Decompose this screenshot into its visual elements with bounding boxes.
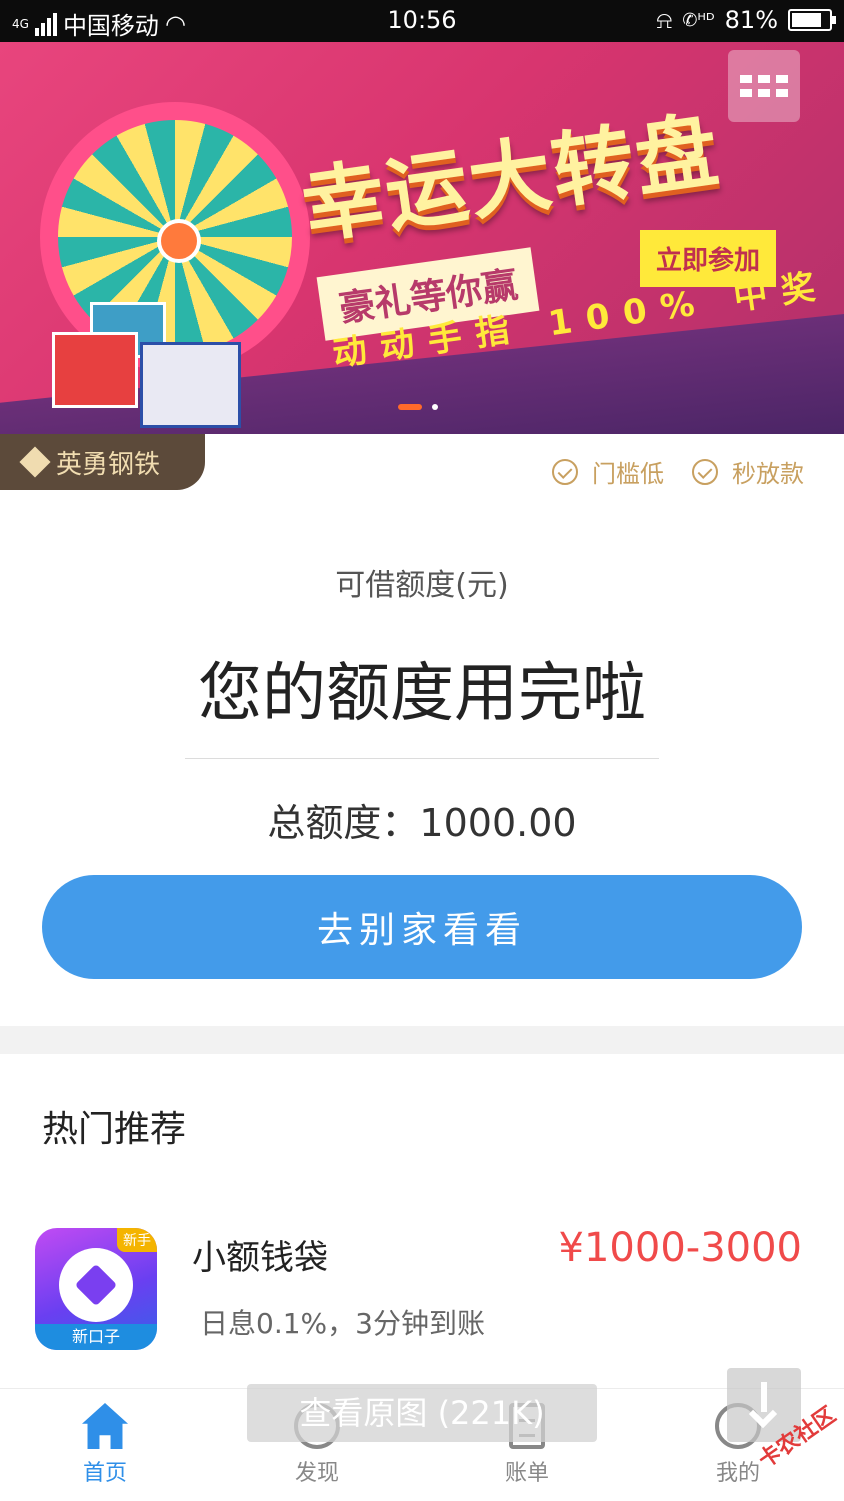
check-circle-icon (552, 458, 578, 485)
tab-home[interactable]: 首页 (25, 1403, 185, 1487)
menu-grid-icon[interactable] (728, 50, 800, 122)
gift-box-icon (140, 342, 241, 428)
tab-label: 我的 (715, 1461, 760, 1486)
mute-bell-icon: ⍾ (656, 6, 673, 34)
credit-label: 可借额度(元) (335, 568, 509, 603)
vip-level-badge[interactable]: 英勇钢铁 (0, 434, 205, 490)
product-description: 日息0.1%，3分钟到账 (200, 1307, 485, 1340)
home-icon (82, 1403, 128, 1449)
tab-label: 首页 (82, 1461, 127, 1486)
diamond-icon (19, 446, 51, 478)
divider (185, 758, 659, 759)
battery-icon (788, 9, 836, 31)
gift-box-icon (52, 332, 138, 408)
credit-status: 您的额度用完啦 (198, 657, 646, 731)
feature-item: 门槛低 (552, 454, 664, 489)
status-right: ⍾ ✆ᴴᴰ 81% (656, 6, 836, 34)
promo-banner[interactable]: 幸运大转盘 豪礼等你赢 立即参加 动动手指 100% 中奖 (0, 42, 844, 434)
vip-level-label: 英勇钢铁 (56, 449, 161, 480)
section-separator (0, 1026, 844, 1054)
hot-section-title: 热门推荐 (42, 1109, 187, 1150)
carousel-dot-active (398, 404, 422, 410)
tab-label: 账单 (504, 1461, 549, 1486)
wheel-hub (157, 219, 201, 263)
product-name[interactable]: 小额钱袋 (192, 1230, 328, 1279)
feature-item: 秒放款 (692, 454, 804, 489)
tab-label: 发现 (294, 1461, 339, 1486)
product-logo-icon (59, 1248, 133, 1322)
new-user-tag: 新手 (117, 1228, 157, 1252)
carousel-indicator (398, 404, 438, 410)
product-amount-range: ¥1000-3000 (558, 1225, 802, 1271)
browse-others-button[interactable]: 去别家看看 (42, 875, 802, 979)
feature-label: 门槛低 (592, 460, 664, 488)
status-bar: 4G 中国移动 ◠ 10:56 ⍾ ✆ᴴᴰ 81% (0, 0, 844, 42)
product-app-icon[interactable]: 新手 新口子 (35, 1228, 157, 1350)
feature-list: 门槛低 秒放款 (552, 454, 804, 489)
hd-call-icon: ✆ᴴᴰ (682, 9, 715, 31)
check-circle-icon (692, 458, 718, 485)
carousel-dot (432, 404, 438, 410)
product-brand-strip: 新口子 (35, 1324, 157, 1350)
view-original-button[interactable]: 查看原图 (221K) (247, 1384, 597, 1442)
battery-percent: 81% (724, 6, 778, 34)
feature-label: 秒放款 (732, 460, 804, 488)
total-credit: 总额度：1000.00 (267, 801, 577, 845)
